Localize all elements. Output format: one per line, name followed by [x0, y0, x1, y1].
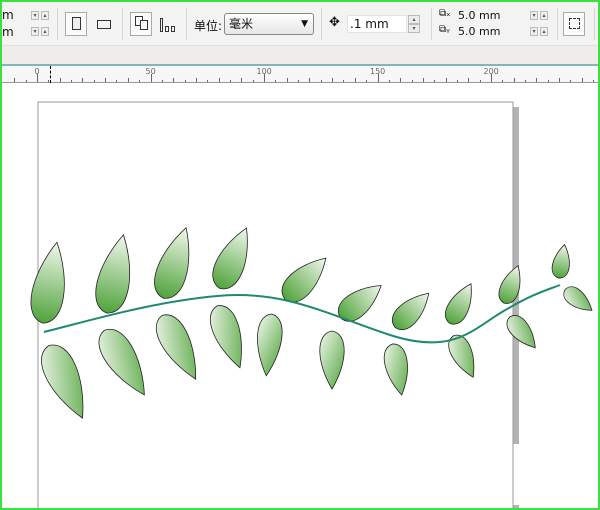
ruler-tick [411, 80, 413, 82]
ruler-tick [173, 78, 175, 82]
ruler-label: 0 [34, 67, 40, 76]
treat-as-filled-icon [569, 18, 580, 29]
ruler-tick [388, 80, 390, 82]
ruler-tick [298, 80, 300, 82]
ruler-tick [547, 80, 549, 82]
ruler-tick [422, 78, 424, 82]
ruler-tick [581, 78, 583, 82]
ruler-tick [93, 80, 95, 82]
ruler-tick [320, 80, 322, 82]
ruler-tick [434, 80, 436, 82]
units-dropdown[interactable]: 毫米 ▼ [224, 13, 314, 35]
dup-y-spin-up[interactable]: ▴ [540, 27, 548, 36]
current-page-icon [160, 16, 178, 32]
ruler-tick [105, 78, 107, 82]
chevron-down-icon: ▼ [301, 19, 308, 29]
nudge-value: .1 mm [350, 17, 389, 31]
ruler-tick [354, 78, 356, 82]
duplicate-y-icon: ⧉ᵧ [439, 24, 450, 35]
drawing-canvas[interactable] [2, 83, 600, 510]
width-spin-down[interactable]: ▾ [31, 11, 39, 20]
ruler-label: 50 [145, 67, 156, 76]
ruler-tick [275, 80, 277, 82]
ruler-tick [570, 80, 572, 82]
ruler-tick [309, 78, 311, 82]
ruler-tick [456, 80, 458, 82]
ruler-tick [161, 80, 163, 82]
leaf[interactable] [550, 243, 573, 279]
ruler-tick [502, 80, 504, 82]
ruler-tick [139, 80, 141, 82]
height-spin-up[interactable]: ▴ [41, 27, 49, 36]
toolbar-band [2, 46, 598, 64]
ruler-tick [593, 80, 595, 82]
ruler-tick [207, 80, 209, 82]
ruler-tick [59, 78, 61, 82]
nudge-input[interactable]: .1 mm [347, 15, 407, 33]
ruler-label: 200 [483, 67, 499, 76]
ruler-tick [116, 80, 118, 82]
dup-y-spin-down[interactable]: ▾ [530, 27, 538, 36]
ruler-tick [445, 78, 447, 82]
ruler-tick [184, 80, 186, 82]
ruler-tick [218, 78, 220, 82]
dup-x-spin-down[interactable]: ▾ [530, 11, 538, 20]
ruler-label: 150 [370, 67, 386, 76]
portrait-button[interactable] [65, 12, 87, 36]
page-shadow-bottom [513, 505, 519, 508]
height-spin-down[interactable]: ▾ [31, 27, 39, 36]
cursor-marker [50, 66, 51, 83]
duplicate-x-input[interactable]: 5.0 mm [456, 9, 528, 24]
ruler-tick [343, 80, 345, 82]
ruler-tick [400, 78, 402, 82]
all-pages-button[interactable] [130, 12, 152, 36]
app-window: m m ▾ ▴ ▾ ▴ 单位: 毫米 ▼ ✥ .1 mm ▴ ▾ ⧉ₓ ⧉ᵧ 5.… [0, 0, 600, 510]
duplicate-x-icon: ⧉ₓ [439, 8, 451, 19]
units-value: 毫米 [229, 17, 254, 31]
ruler-tick [559, 78, 561, 82]
property-bar: m m ▾ ▴ ▾ ▴ 单位: 毫米 ▼ ✥ .1 mm ▴ ▾ ⧉ₓ ⧉ᵧ 5.… [2, 2, 598, 46]
ruler-tick [525, 80, 527, 82]
duplicate-y-value: 5.0 mm [458, 25, 501, 38]
ruler-tick [14, 78, 16, 82]
landscape-button[interactable] [97, 20, 111, 29]
width-spin-up[interactable]: ▴ [41, 11, 49, 20]
ruler-tick [479, 80, 481, 82]
ruler-tick [127, 78, 129, 82]
nudge-icon: ✥ [329, 15, 340, 30]
ruler-tick [286, 78, 288, 82]
ruler-tick [229, 80, 231, 82]
dup-x-spin-up[interactable]: ▴ [540, 11, 548, 20]
ruler-tick [252, 80, 254, 82]
ruler-tick [468, 78, 470, 82]
ruler-tick [195, 78, 197, 82]
nudge-spin-down[interactable]: ▾ [408, 24, 420, 33]
ruler-tick [82, 78, 84, 82]
height-unit: m [2, 25, 14, 39]
ruler-tick [513, 78, 515, 82]
portrait-icon [72, 17, 81, 30]
ruler-tick [71, 80, 73, 82]
leaf[interactable] [560, 283, 597, 317]
nudge-spin-up[interactable]: ▴ [408, 15, 420, 24]
ruler-tick [366, 80, 368, 82]
treat-as-filled-button[interactable] [563, 12, 585, 36]
ruler-tick [332, 78, 334, 82]
width-unit: m [2, 8, 14, 22]
ruler-tick [25, 80, 27, 82]
horizontal-ruler[interactable]: 0 50 100 150 200 [2, 64, 598, 83]
ruler-label: 100 [256, 67, 272, 76]
ruler-tick [241, 78, 243, 82]
ruler-tick [536, 78, 538, 82]
current-page-button[interactable] [160, 16, 178, 32]
units-label: 单位: [194, 19, 223, 33]
duplicate-y-input[interactable]: 5.0 mm [456, 25, 528, 40]
duplicate-x-value: 5.0 mm [458, 9, 501, 22]
